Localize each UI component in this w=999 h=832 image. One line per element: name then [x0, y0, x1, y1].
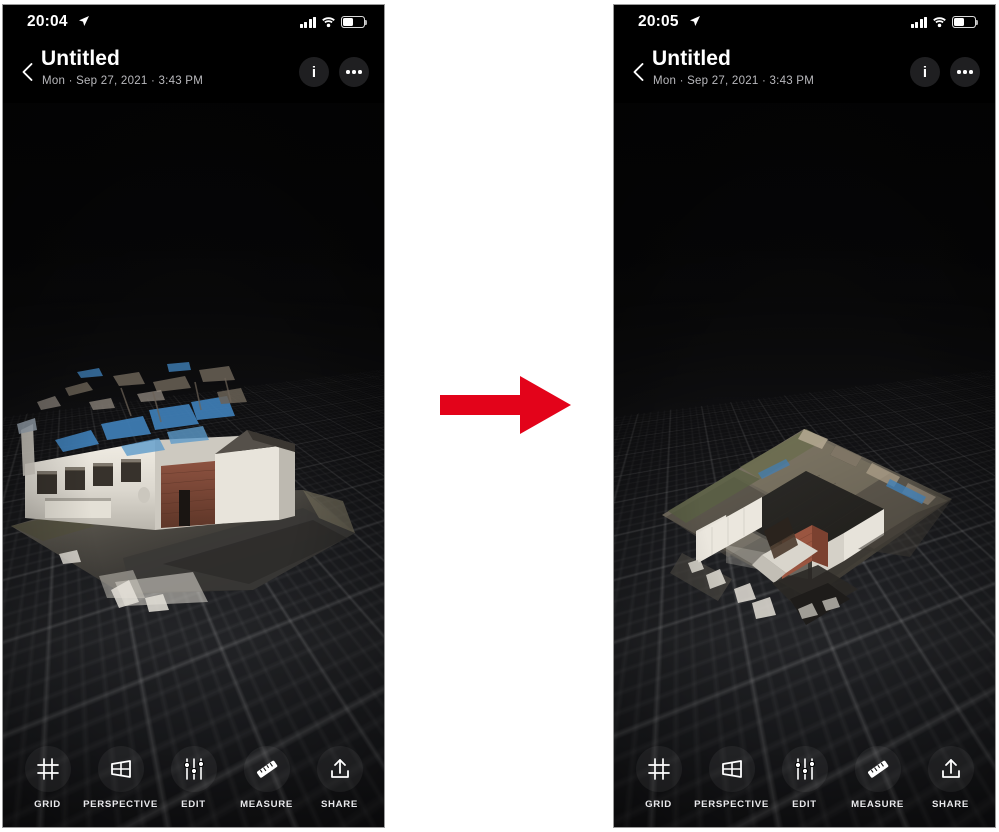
right-arrow-icon	[440, 376, 571, 434]
model-viewport[interactable]: GRID PERSPECTIVE EDIT MEASURE SHARE	[614, 103, 995, 827]
info-icon: i	[311, 63, 317, 81]
measure-button[interactable]	[243, 746, 290, 792]
cellular-signal-icon	[910, 16, 927, 28]
measure-button[interactable]	[854, 746, 901, 792]
model-viewport[interactable]: GRID PERSPECTIVE EDIT MEASURE SHARE	[3, 103, 384, 827]
scan-timestamp: Mon · Sep 27, 2021 · 3:43 PM	[42, 75, 204, 87]
header-actions: i	[910, 57, 980, 87]
share-button[interactable]	[927, 746, 974, 792]
location-arrow-icon	[79, 16, 89, 26]
share-button[interactable]	[316, 746, 363, 792]
tool-measure[interactable]: MEASURE	[233, 746, 301, 810]
battery-icon	[952, 16, 979, 28]
perspective-button[interactable]	[708, 746, 755, 792]
status-bar: 20:04	[3, 5, 384, 41]
tool-share[interactable]: SHARE	[917, 746, 985, 810]
page-title: Untitled	[41, 47, 120, 70]
perspective-icon	[721, 760, 742, 778]
status-bar-indicators	[910, 16, 979, 28]
share-upload-icon	[941, 759, 960, 778]
tool-label: SHARE	[931, 799, 970, 810]
location-arrow-icon	[690, 16, 700, 26]
bottom-toolbar: GRID PERSPECTIVE EDIT MEASURE SHARE	[3, 732, 384, 827]
status-bar-indicators	[299, 16, 368, 28]
back-chevron-icon[interactable]	[16, 60, 40, 84]
ruler-icon	[256, 760, 277, 778]
sliders-icon	[794, 758, 815, 780]
navigation-header: Untitled Mon · Sep 27, 2021 · 3:43 PM i	[3, 41, 384, 103]
tool-measure[interactable]: MEASURE	[844, 746, 912, 810]
status-bar: 20:05	[614, 5, 995, 41]
scan-timestamp: Mon · Sep 27, 2021 · 3:43 PM	[653, 75, 815, 87]
wifi-icon	[322, 17, 335, 28]
header-actions: i	[299, 57, 369, 87]
perspective-button[interactable]	[97, 746, 144, 792]
phone-screenshot-after: 20:05 Untitled Mon · Sep 27, 2021 · 3:43…	[613, 4, 996, 828]
status-bar-time: 20:05	[638, 13, 679, 30]
status-bar-time: 20:04	[27, 13, 68, 30]
info-button[interactable]: i	[910, 57, 940, 87]
tool-label: EDIT	[181, 799, 206, 810]
bottom-toolbar: GRID PERSPECTIVE EDIT MEASURE SHARE	[614, 732, 995, 827]
edit-button[interactable]	[781, 746, 828, 792]
grid-button[interactable]	[24, 746, 71, 792]
cellular-signal-icon	[299, 16, 316, 28]
info-icon: i	[922, 63, 928, 81]
tool-perspective[interactable]: PERSPECTIVE	[83, 746, 157, 810]
more-options-button[interactable]	[339, 57, 369, 87]
grid-icon	[647, 758, 670, 780]
more-options-icon	[957, 70, 973, 74]
tool-grid[interactable]: GRID	[14, 746, 82, 810]
battery-icon	[341, 16, 368, 28]
back-chevron-icon[interactable]	[627, 60, 651, 84]
scan-model-top-view[interactable]	[622, 403, 995, 653]
tool-label: PERSPECTIVE	[694, 799, 769, 810]
tool-label: MEASURE	[240, 799, 293, 810]
edit-button[interactable]	[170, 746, 217, 792]
tool-edit[interactable]: EDIT	[160, 746, 228, 810]
tool-label: PERSPECTIVE	[83, 799, 158, 810]
tool-label: MEASURE	[851, 799, 904, 810]
tool-label: GRID	[34, 799, 61, 810]
navigation-header: Untitled Mon · Sep 27, 2021 · 3:43 PM i	[614, 41, 995, 103]
perspective-icon	[110, 760, 131, 778]
tool-share[interactable]: SHARE	[306, 746, 374, 810]
tool-label: GRID	[645, 799, 672, 810]
info-button[interactable]: i	[299, 57, 329, 87]
grid-button[interactable]	[635, 746, 682, 792]
page-title: Untitled	[652, 47, 731, 70]
tool-edit[interactable]: EDIT	[771, 746, 839, 810]
more-options-icon	[346, 70, 362, 74]
phone-screenshot-before: 20:04 Untitled Mon · Sep 27, 2021 · 3:43…	[2, 4, 385, 828]
grid-icon	[36, 758, 59, 780]
share-upload-icon	[330, 759, 349, 778]
sliders-icon	[183, 758, 204, 780]
comparison-figure: 20:04 Untitled Mon · Sep 27, 2021 · 3:43…	[0, 0, 999, 832]
scan-model-side-view[interactable]	[3, 358, 384, 638]
tool-label: EDIT	[792, 799, 817, 810]
wifi-icon	[933, 17, 946, 28]
tool-label: SHARE	[320, 799, 359, 810]
tool-grid[interactable]: GRID	[625, 746, 693, 810]
more-options-button[interactable]	[950, 57, 980, 87]
tool-perspective[interactable]: PERSPECTIVE	[694, 746, 768, 810]
ruler-icon	[867, 760, 888, 778]
